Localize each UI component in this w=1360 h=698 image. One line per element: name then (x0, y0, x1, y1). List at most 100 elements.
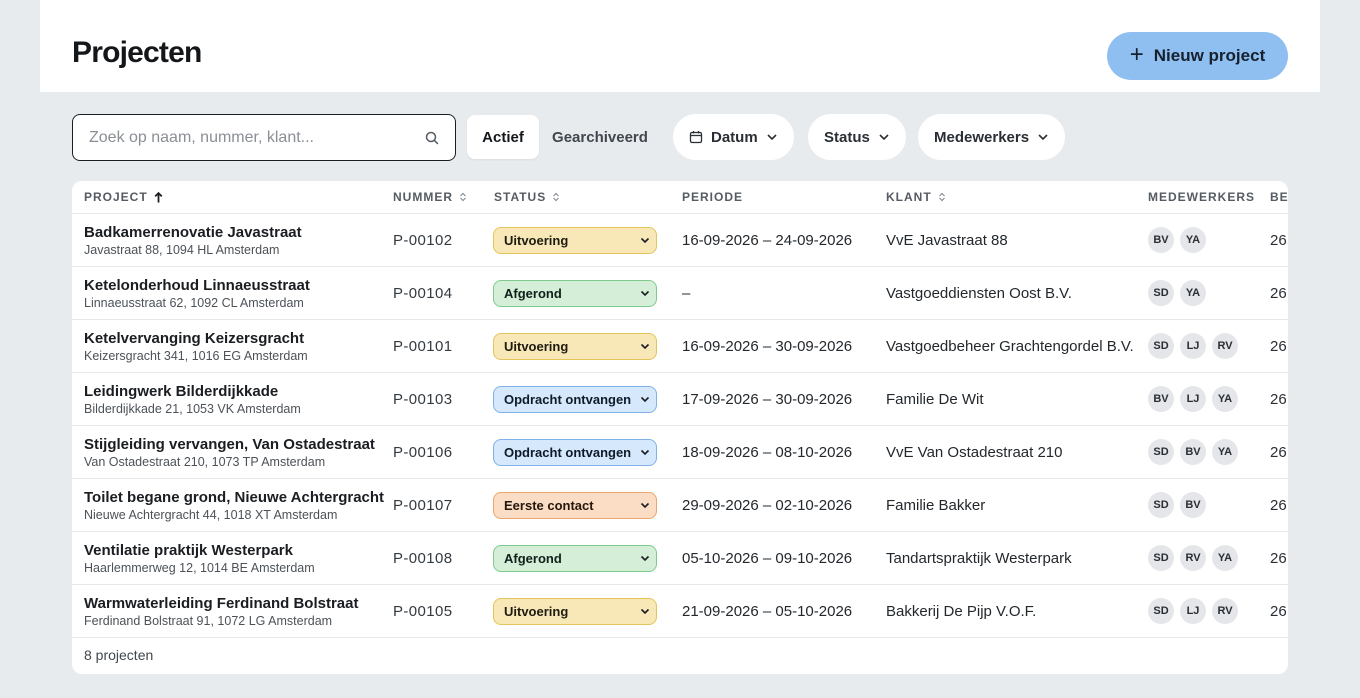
chevron-down-icon (1038, 134, 1048, 141)
tab-gearchiveerd[interactable]: Gearchiveerd (546, 115, 654, 159)
status-select[interactable]: Uitvoering (493, 332, 657, 360)
filter-status[interactable]: Status (808, 114, 906, 160)
column-header-nummer[interactable]: NUMMER (393, 181, 467, 213)
avatar: YA (1212, 386, 1238, 412)
truncated-value: 26 (1270, 337, 1287, 355)
avatar: YA (1212, 545, 1238, 571)
column-header-project[interactable]: PROJECT (84, 181, 163, 213)
status-label: Eerste contact (504, 497, 594, 513)
period: 29-09-2026 – 02-10-2026 (682, 496, 853, 514)
project-cell[interactable]: Ventilatie praktijk Westerpark Haarlemmer… (84, 532, 315, 584)
table-row[interactable]: Ketelonderhoud Linnaeusstraat Linnaeusstr… (72, 267, 1288, 320)
filter-datum[interactable]: Datum (673, 114, 794, 160)
table-row[interactable]: Ketelvervanging Keizersgracht Keizersgrac… (72, 320, 1288, 373)
project-address: Linnaeusstraat 62, 1092 CL Amsterdam (84, 295, 304, 310)
client: VvE Javastraat 88 (886, 231, 1008, 249)
column-header-medewerkers: MEDEWERKERS (1148, 181, 1255, 213)
avatar: LJ (1180, 386, 1206, 412)
column-header-klant[interactable]: KLANT (886, 181, 946, 213)
project-cell[interactable]: Toilet begane grond, Nieuwe Achtergracht… (84, 479, 384, 531)
project-name[interactable]: Leidingwerk Bilderdijkkade (84, 383, 278, 400)
staff-avatars: SD BV YA (1148, 426, 1238, 478)
filter-medewerkers[interactable]: Medewerkers (918, 114, 1066, 160)
status-select[interactable]: Opdracht ontvangen (493, 438, 657, 466)
project-cell[interactable]: Badkamerrenovatie Javastraat Javastraat 8… (84, 214, 302, 266)
search-icon (425, 131, 439, 144)
avatar: SD (1148, 598, 1174, 624)
chevron-down-icon (640, 502, 650, 508)
staff-avatars: SD LJ RV (1148, 585, 1238, 637)
chevron-down-icon (767, 134, 777, 141)
plus-icon: + (1129, 41, 1144, 68)
chevron-down-icon (640, 396, 650, 402)
table-row[interactable]: Stijgleiding vervangen, Van Ostadestraat… (72, 426, 1288, 479)
status-cell: Opdracht ontvangen (493, 426, 657, 478)
table-row[interactable]: Toilet begane grond, Nieuwe Achtergracht… (72, 479, 1288, 532)
truncated-value: 26 (1270, 390, 1287, 408)
truncated-value: 26 (1270, 602, 1287, 620)
chevron-down-icon (640, 237, 650, 243)
column-header-status[interactable]: STATUS (494, 181, 560, 213)
project-cell[interactable]: Warmwaterleiding Ferdinand Bolstraat Ferd… (84, 585, 359, 637)
project-name[interactable]: Toilet begane grond, Nieuwe Achtergracht (84, 489, 384, 506)
search-box[interactable] (72, 114, 456, 161)
table-row[interactable]: Warmwaterleiding Ferdinand Bolstraat Ferd… (72, 585, 1288, 638)
project-name[interactable]: Ketelvervanging Keizersgracht (84, 330, 304, 347)
new-project-label: Nieuw project (1153, 46, 1266, 65)
avatar: RV (1180, 545, 1206, 571)
truncated-value: 26 (1270, 549, 1287, 567)
status-cell: Uitvoering (493, 320, 657, 372)
table-row[interactable]: Badkamerrenovatie Javastraat Javastraat 8… (72, 214, 1288, 267)
project-cell[interactable]: Ketelvervanging Keizersgracht Keizersgrac… (84, 320, 308, 372)
sort-icon (460, 192, 466, 202)
status-label: Uitvoering (504, 338, 569, 354)
projects-table: PROJECT NUMMER STATUS PERIODE KLANT MEDE… (72, 181, 1288, 674)
truncated-value: 26 (1270, 284, 1287, 302)
staff-avatars: BV LJ YA (1148, 373, 1238, 425)
avatar: BV (1148, 386, 1174, 412)
sort-icon (553, 192, 560, 202)
truncated-value: 26 (1270, 443, 1287, 461)
status-select[interactable]: Afgerond (493, 279, 657, 307)
table-row[interactable]: Ventilatie praktijk Westerpark Haarlemmer… (72, 532, 1288, 585)
chevron-down-icon (879, 134, 889, 141)
status-cell: Opdracht ontvangen (493, 373, 657, 425)
status-label: Opdracht ontvangen (504, 444, 632, 460)
project-name[interactable]: Badkamerrenovatie Javastraat (84, 224, 302, 241)
project-address: Van Ostadestraat 210, 1073 TP Amsterdam (84, 454, 326, 469)
tab-actief[interactable]: Actief (467, 115, 539, 159)
project-name[interactable]: Ketelonderhoud Linnaeusstraat (84, 277, 310, 294)
status-select[interactable]: Uitvoering (493, 226, 657, 254)
status-select[interactable]: Opdracht ontvangen (493, 385, 657, 413)
staff-avatars: SD BV (1148, 479, 1206, 531)
project-address: Ferdinand Bolstraat 91, 1072 LG Amsterda… (84, 613, 333, 628)
status-select[interactable]: Uitvoering (493, 597, 657, 625)
table-row[interactable]: Leidingwerk Bilderdijkkade Bilderdijkkade… (72, 373, 1288, 426)
column-header-periode: PERIODE (682, 181, 743, 213)
project-cell[interactable]: Ketelonderhoud Linnaeusstraat Linnaeusstr… (84, 267, 310, 319)
project-address: Nieuwe Achtergracht 44, 1018 XT Amsterda… (84, 507, 338, 522)
project-name[interactable]: Stijgleiding vervangen, Van Ostadestraat (84, 436, 375, 453)
project-address: Bilderdijkkade 21, 1053 VK Amsterdam (84, 401, 301, 416)
status-cell: Afgerond (493, 267, 657, 319)
project-name[interactable]: Warmwaterleiding Ferdinand Bolstraat (84, 595, 359, 612)
project-cell[interactable]: Leidingwerk Bilderdijkkade Bilderdijkkade… (84, 373, 301, 425)
avatar: YA (1180, 227, 1206, 253)
search-input[interactable] (89, 128, 425, 147)
project-name[interactable]: Ventilatie praktijk Westerpark (84, 542, 293, 559)
status-select[interactable]: Afgerond (493, 544, 657, 572)
status-select[interactable]: Eerste contact (493, 491, 657, 519)
chevron-down-icon (640, 343, 650, 349)
column-header-label: KLANT (886, 190, 932, 204)
new-project-button[interactable]: + Nieuw project (1107, 32, 1288, 80)
column-header-label: STATUS (494, 190, 547, 204)
column-header-label: BE (1270, 190, 1288, 204)
project-cell[interactable]: Stijgleiding vervangen, Van Ostadestraat… (84, 426, 375, 478)
period: 16-09-2026 – 30-09-2026 (682, 337, 853, 355)
status-label: Afgerond (504, 550, 562, 566)
period: 16-09-2026 – 24-09-2026 (682, 231, 853, 249)
status-label: Uitvoering (504, 603, 569, 619)
staff-avatars: SD LJ RV (1148, 320, 1238, 372)
column-header-truncated: BE (1270, 181, 1288, 213)
client: VvE Van Ostadestraat 210 (886, 443, 1063, 461)
